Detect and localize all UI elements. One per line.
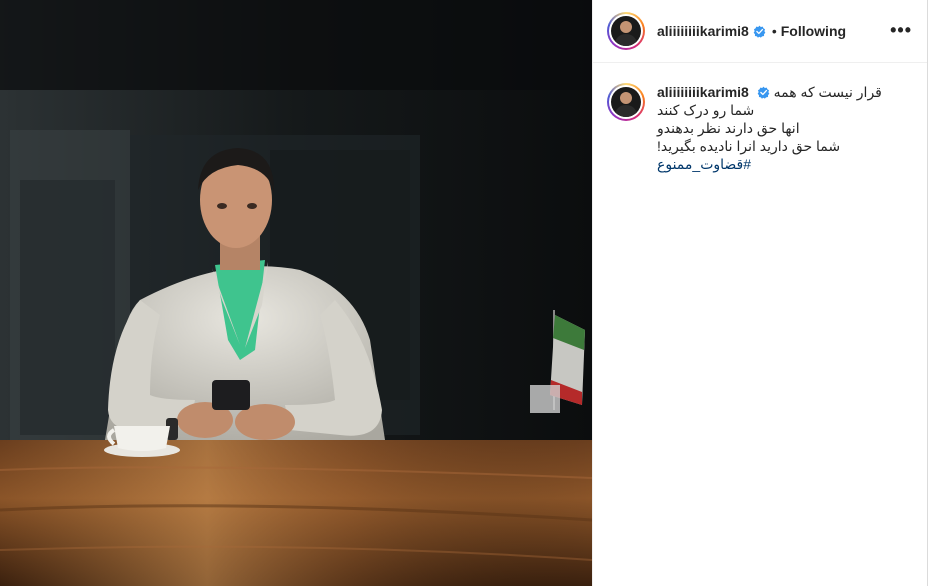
verified-badge-icon <box>753 25 766 38</box>
caption-line-4: شما حق دارید انرا نادیده بگیرید! <box>657 138 841 154</box>
caption-line-3: انها حق دارند نظر بدهندو <box>657 120 800 136</box>
username-link[interactable]: aliiiiiiiikarimi8 <box>657 23 749 39</box>
hashtag-link[interactable]: #قضاوت_ممنوع <box>657 156 751 172</box>
caption-line-2: شما رو درک کنند <box>657 102 755 118</box>
instagram-post: aliiiiiiiikarimi8 • Following ••• aliiii… <box>0 0 934 586</box>
verified-badge-icon <box>757 86 770 99</box>
separator-dot: • <box>771 23 777 39</box>
caption-avatar[interactable] <box>607 83 645 121</box>
post-header: aliiiiiiiikarimi8 • Following ••• <box>593 0 928 63</box>
post-photo[interactable] <box>0 0 592 586</box>
caption-username[interactable]: aliiiiiiiikarimi8 <box>657 84 749 100</box>
avatar[interactable] <box>607 12 645 50</box>
caption-text: aliiiiiiiikarimi8 قرار نیست که همه شما ر… <box>657 83 893 173</box>
caption: aliiiiiiiikarimi8 قرار نیست که همه شما ر… <box>593 63 928 173</box>
page-divider <box>927 0 928 586</box>
following-button[interactable]: Following <box>781 23 846 39</box>
more-options-icon[interactable]: ••• <box>890 20 912 41</box>
post-sidebar: aliiiiiiiikarimi8 • Following ••• aliiii… <box>592 0 928 586</box>
caption-line-1: قرار نیست که همه <box>773 84 882 100</box>
